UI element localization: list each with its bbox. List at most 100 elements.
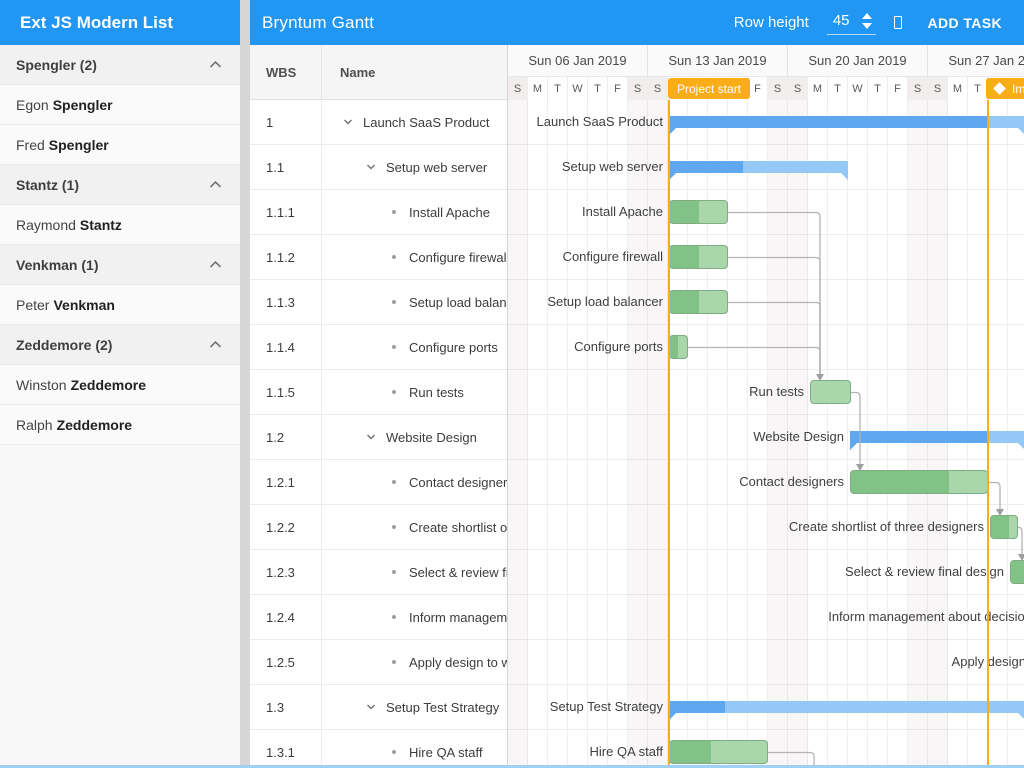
task-name: Contact designers: [409, 475, 507, 490]
task-row[interactable]: 1 Launch SaaS Product: [250, 100, 507, 145]
leaf-bullet-icon: [392, 255, 396, 259]
parent-task-bar[interactable]: [669, 116, 1024, 135]
contact-group-header[interactable]: Spengler (2): [0, 45, 240, 85]
task-progress: [1011, 561, 1024, 583]
task-bar[interactable]: [850, 470, 988, 494]
weekend-shading: [628, 100, 648, 768]
contact-group-header[interactable]: Zeddemore (2): [0, 325, 240, 365]
parent-task-bar[interactable]: [669, 161, 848, 180]
task-row[interactable]: 1.2.5 Apply design to website and test: [250, 640, 507, 685]
task-row[interactable]: 1.1.5 Run tests: [250, 370, 507, 415]
project-start-label[interactable]: Project start: [668, 78, 750, 99]
task-progress: [670, 336, 678, 358]
name-cell: Setup web server: [322, 145, 507, 189]
task-row[interactable]: 1.2.2 Create shortlist of three designer…: [250, 505, 507, 550]
gantt-body: WBS Name 1 Launch SaaS Product 1.1 Setup…: [250, 45, 1024, 768]
group-label: Venkman (1): [16, 257, 98, 273]
unknown-glyph-icon[interactable]: [894, 16, 902, 29]
chevron-up-icon[interactable]: [209, 60, 222, 69]
first-name: Raymond: [16, 217, 76, 233]
day-header-cell: S: [768, 77, 788, 100]
task-bar-label: Launch SaaS Product: [537, 114, 663, 129]
task-bar[interactable]: [669, 740, 768, 764]
day-header-cell: F: [748, 77, 768, 100]
important-date-label[interactable]: Important date: [986, 78, 1024, 99]
task-row[interactable]: 1.1.4 Configure ports: [250, 325, 507, 370]
spinner-up-icon[interactable]: [862, 13, 872, 19]
contact-list-item[interactable]: RalphZeddemore: [0, 405, 240, 445]
panel-splitter[interactable]: [240, 0, 250, 768]
name-cell: Select & review final design: [322, 550, 507, 594]
chevron-down-icon[interactable]: [364, 430, 378, 444]
task-row[interactable]: 1.2.4 Inform management about decision: [250, 595, 507, 640]
task-bar[interactable]: [1010, 560, 1024, 584]
chevron-down-icon[interactable]: [364, 160, 378, 174]
day-header-cell: T: [968, 77, 988, 100]
task-row[interactable]: 1.3.1 Hire QA staff: [250, 730, 507, 768]
task-progress: [851, 471, 949, 493]
task-row[interactable]: 1.1.1 Install Apache: [250, 190, 507, 235]
contact-group-header[interactable]: Venkman (1): [0, 245, 240, 285]
row-height-value[interactable]: 45: [833, 12, 850, 29]
task-name: Run tests: [409, 385, 464, 400]
contact-list-item[interactable]: PeterVenkman: [0, 285, 240, 325]
leaf-bullet-icon: [392, 210, 396, 214]
app-root: Ext JS Modern List Spengler (2) EgonSpen…: [0, 0, 1024, 768]
task-bar[interactable]: [810, 380, 851, 404]
wbs-cell: 1.3.1: [250, 730, 322, 768]
task-bar[interactable]: [669, 290, 728, 314]
task-bar-label: Install Apache: [582, 204, 663, 219]
parent-task-bar[interactable]: [669, 701, 1024, 720]
wbs-column-header[interactable]: WBS: [250, 45, 322, 99]
task-name: Website Design: [386, 430, 477, 445]
wbs-cell: 1.2: [250, 415, 322, 459]
task-row[interactable]: 1.1.2 Configure firewall: [250, 235, 507, 280]
task-bar[interactable]: [669, 335, 688, 359]
contact-list-item[interactable]: FredSpengler: [0, 125, 240, 165]
task-name: Setup web server: [386, 160, 487, 175]
first-name: Egon: [16, 97, 49, 113]
timeline-panel: Sun 06 Jan 2019Sun 13 Jan 2019Sun 20 Jan…: [508, 45, 1024, 768]
spinner-down-icon[interactable]: [862, 23, 872, 29]
contact-list-item[interactable]: WinstonZeddemore: [0, 365, 240, 405]
wbs-cell: 1.1.5: [250, 370, 322, 414]
wbs-cell: 1.2.4: [250, 595, 322, 639]
task-progress: [669, 701, 725, 720]
sidebar-header: Ext JS Modern List: [0, 0, 240, 45]
task-row[interactable]: 1.1 Setup web server: [250, 145, 507, 190]
task-row[interactable]: 1.2 Website Design: [250, 415, 507, 460]
chevron-down-icon[interactable]: [364, 700, 378, 714]
weekend-shading: [508, 100, 528, 768]
task-bar[interactable]: [669, 245, 728, 269]
day-header-cell: S: [508, 77, 528, 100]
task-bar[interactable]: [669, 200, 728, 224]
contact-group-header[interactable]: Stantz (1): [0, 165, 240, 205]
task-row[interactable]: 1.2.1 Contact designers: [250, 460, 507, 505]
day-header-cell: T: [868, 77, 888, 100]
task-row[interactable]: 1.3 Setup Test Strategy: [250, 685, 507, 730]
grid-rows: 1 Launch SaaS Product 1.1 Setup web serv…: [250, 100, 507, 768]
name-cell: Inform management about decision: [322, 595, 507, 639]
name-cell: Apply design to website and test: [322, 640, 507, 684]
task-name: Setup Test Strategy: [386, 700, 499, 715]
add-task-button[interactable]: ADD TASK: [920, 9, 1011, 37]
chevron-up-icon[interactable]: [209, 260, 222, 269]
name-column-header[interactable]: Name: [322, 45, 507, 99]
row-height-stepper[interactable]: [862, 13, 872, 29]
contact-list-item[interactable]: EgonSpengler: [0, 85, 240, 125]
grid-header: WBS Name: [250, 45, 507, 100]
day-header-cell: W: [568, 77, 588, 100]
task-bar-label: Create shortlist of three designers: [789, 519, 984, 534]
leaf-bullet-icon: [392, 615, 396, 619]
row-height-field[interactable]: 45: [827, 10, 876, 35]
task-row[interactable]: 1.2.3 Select & review final design: [250, 550, 507, 595]
chevron-up-icon[interactable]: [209, 340, 222, 349]
chevron-up-icon[interactable]: [209, 180, 222, 189]
contact-list-item[interactable]: RaymondStantz: [0, 205, 240, 245]
day-header-cell: S: [908, 77, 928, 100]
task-bar[interactable]: [990, 515, 1018, 539]
day-tier: SMTWTFSSMTWTFSSMTWTFSSMTWTFSProject star…: [508, 77, 1024, 100]
chevron-down-icon[interactable]: [341, 115, 355, 129]
day-header-cell: F: [888, 77, 908, 100]
task-row[interactable]: 1.1.3 Setup load balancer: [250, 280, 507, 325]
